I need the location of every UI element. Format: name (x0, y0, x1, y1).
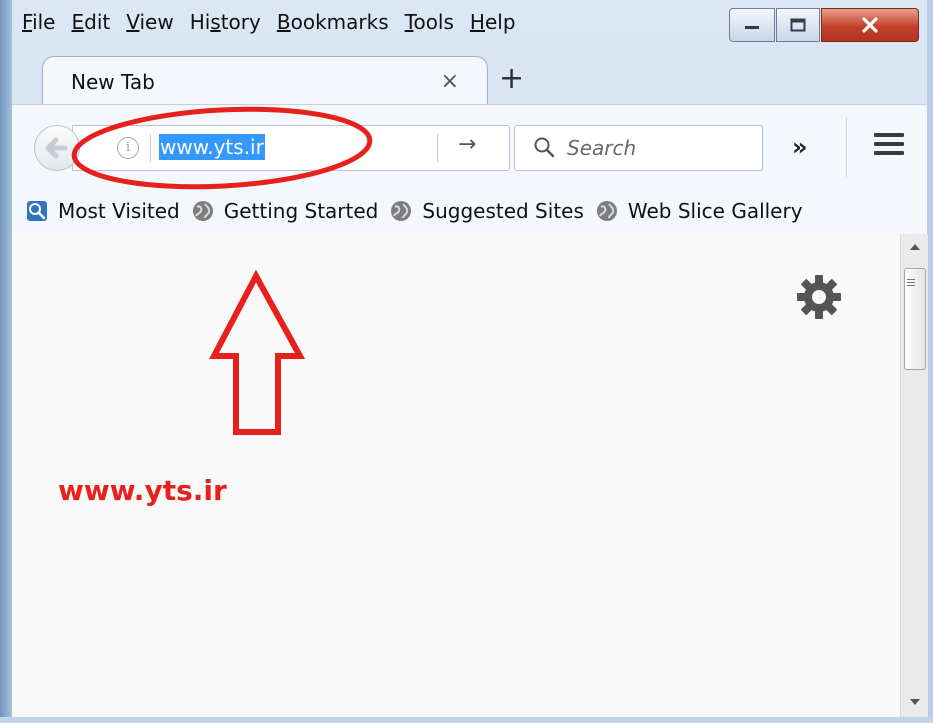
tab-new-tab[interactable]: New Tab × (42, 56, 488, 105)
bookmark-getting-started[interactable]: Getting Started (192, 199, 379, 223)
bookmarks-toolbar: Most Visited Getting Started Suggested S… (12, 188, 927, 235)
globe-icon (391, 201, 412, 221)
menu-bookmarks[interactable]: Bookmarks (269, 10, 397, 34)
menu-tools[interactable]: Tools (397, 10, 462, 34)
tab-close-icon[interactable]: × (441, 69, 459, 94)
url-input-text[interactable]: www.yts.ir (159, 134, 265, 160)
menu-view[interactable]: View (118, 10, 181, 34)
bookmark-web-slice-gallery[interactable]: Web Slice Gallery (596, 199, 803, 223)
tab-title: New Tab (71, 70, 155, 94)
bookmark-label: Web Slice Gallery (627, 199, 803, 223)
globe-icon (596, 201, 617, 221)
minimize-icon (745, 26, 759, 29)
page-content: www.yts.ir (12, 234, 900, 717)
info-icon[interactable]: i (117, 137, 139, 159)
search-bar[interactable]: Search (514, 125, 763, 171)
bookmark-label: Most Visited (58, 199, 180, 223)
search-placeholder: Search (567, 136, 637, 160)
most-visited-icon (27, 201, 47, 221)
toolbar-divider (846, 117, 847, 177)
search-icon (534, 137, 555, 158)
bookmark-label: Suggested Sites (422, 199, 584, 223)
annotation-url-text: www.yts.ir (58, 474, 227, 507)
scroll-down-arrow-icon[interactable] (910, 699, 920, 705)
navigation-toolbar: i www.yts.ir → Search » (12, 104, 927, 189)
menu-bar: File Edit View History Bookmarks Tools H… (14, 0, 524, 44)
menu-help[interactable]: Help (462, 10, 524, 34)
maximize-button[interactable] (776, 8, 820, 42)
menu-history[interactable]: History (182, 10, 269, 34)
back-arrow-icon (45, 137, 68, 159)
scrollbar-grip-icon (907, 279, 915, 288)
new-tab-button[interactable]: + (499, 64, 524, 94)
bookmark-suggested-sites[interactable]: Suggested Sites (390, 199, 584, 223)
go-separator (437, 134, 438, 162)
close-icon (862, 17, 878, 33)
browser-window: File Edit View History Bookmarks Tools H… (0, 0, 933, 723)
url-separator (150, 134, 151, 162)
bookmark-label: Getting Started (223, 199, 379, 223)
url-bar[interactable]: i www.yts.ir → (72, 125, 510, 171)
menu-file[interactable]: File (14, 10, 63, 34)
minimize-button[interactable] (729, 8, 775, 42)
vertical-scrollbar[interactable] (900, 234, 928, 717)
bookmark-most-visited[interactable]: Most Visited (26, 199, 180, 223)
window-frame-bottom (0, 717, 933, 723)
gear-icon[interactable] (794, 272, 844, 322)
globe-icon (192, 201, 213, 221)
overflow-chevron-icon[interactable]: » (792, 133, 808, 161)
scroll-up-arrow-icon[interactable] (910, 244, 920, 250)
hamburger-menu-button[interactable] (874, 133, 904, 160)
back-button[interactable] (34, 125, 80, 171)
close-window-button[interactable] (821, 8, 919, 42)
maximize-icon (790, 18, 806, 32)
menu-edit[interactable]: Edit (63, 10, 118, 34)
window-frame-left (0, 0, 12, 723)
tab-strip: New Tab × + (12, 46, 927, 105)
go-arrow-icon[interactable]: → (458, 132, 476, 157)
